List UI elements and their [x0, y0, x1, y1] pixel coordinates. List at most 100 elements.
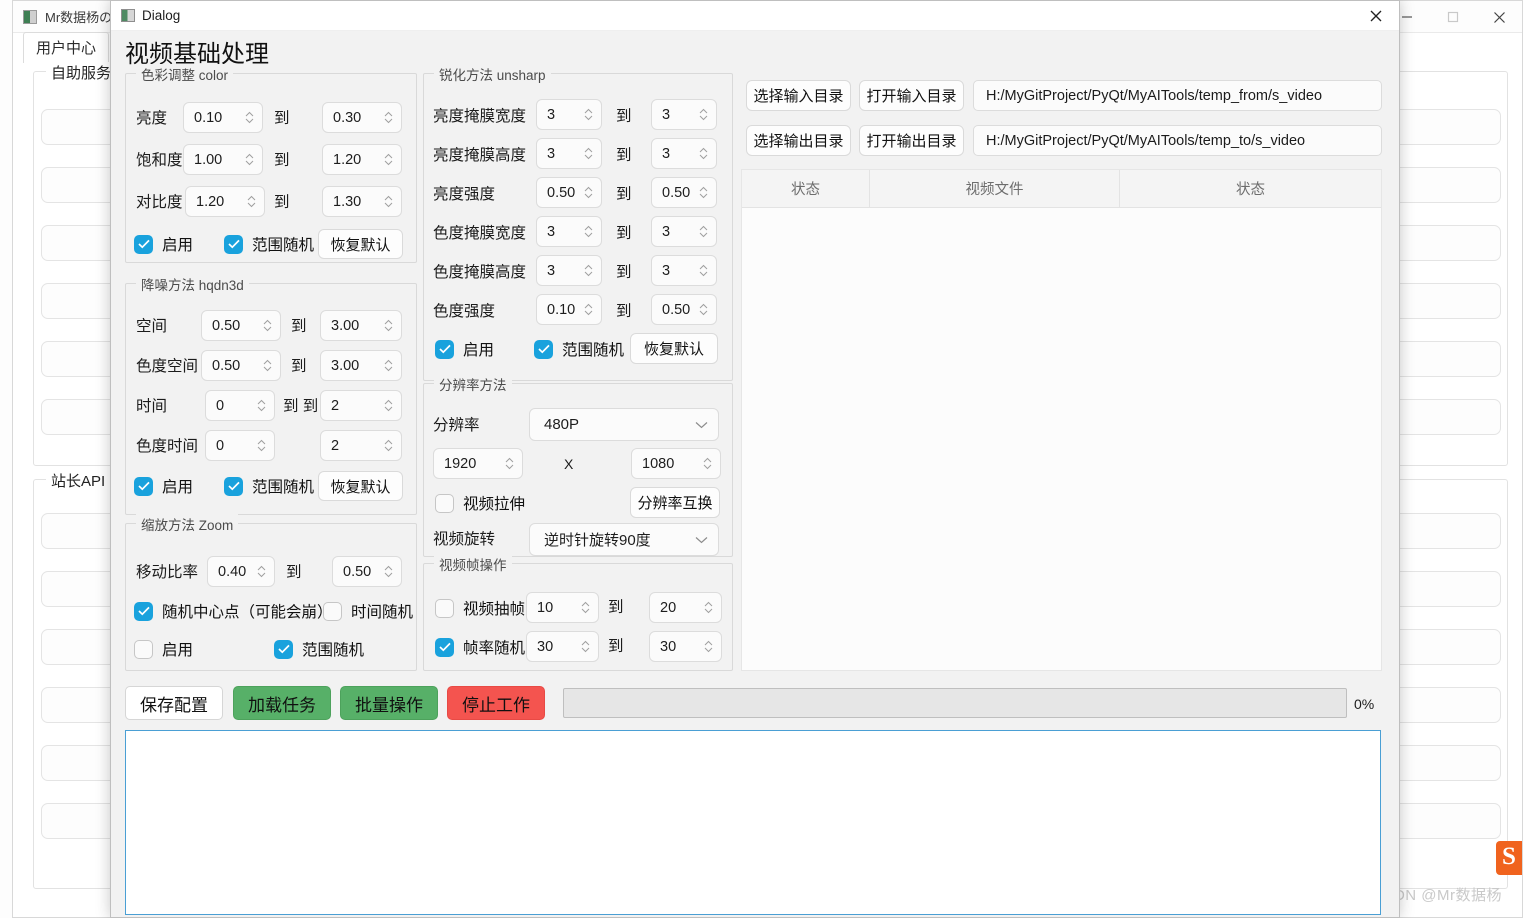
luma-mask-width-to-spin[interactable]: 3: [651, 99, 717, 130]
frame-extract-checkbox[interactable]: 视频抽帧: [435, 597, 525, 619]
color-enable-checkbox[interactable]: 启用: [134, 233, 193, 255]
stepper-arrows-icon[interactable]: [696, 225, 710, 238]
move-ratio-to-spin[interactable]: 0.50: [332, 556, 402, 587]
stepper-arrows-icon[interactable]: [701, 640, 715, 653]
move-ratio-from-spin[interactable]: 0.40: [207, 556, 275, 587]
checkbox-box[interactable]: [134, 476, 153, 496]
unsharp-range-random-checkbox[interactable]: 范围随机: [534, 338, 624, 360]
chroma-temporal-from-spin[interactable]: 0: [205, 430, 275, 461]
stepper-arrows-icon[interactable]: [581, 108, 595, 121]
select-input-dir-button[interactable]: 选择输入目录: [746, 80, 851, 111]
stepper-arrows-icon[interactable]: [381, 399, 395, 412]
checkbox-box[interactable]: [134, 234, 153, 254]
spatial-from-spin[interactable]: 0.50: [201, 310, 281, 341]
luma-mask-height-from-spin[interactable]: 3: [536, 138, 602, 169]
brightness-from-spin[interactable]: 0.10: [183, 102, 263, 133]
video-stretch-checkbox[interactable]: 视频拉伸: [435, 492, 525, 514]
chroma-mask-height-from-spin[interactable]: 3: [536, 255, 602, 286]
resolution-width-spin[interactable]: 1920: [433, 448, 523, 479]
stepper-arrows-icon[interactable]: [700, 457, 714, 470]
spatial-to-spin[interactable]: 3.00: [320, 310, 402, 341]
frame-extract-to-spin[interactable]: 20: [649, 592, 722, 623]
stepper-arrows-icon[interactable]: [381, 319, 395, 332]
temporal-to-spin[interactable]: 2: [320, 390, 402, 421]
chevron-down-icon[interactable]: [695, 531, 708, 548]
chroma-mask-width-to-spin[interactable]: 3: [651, 216, 717, 247]
load-task-button[interactable]: 加载任务: [233, 686, 331, 720]
stepper-arrows-icon[interactable]: [581, 225, 595, 238]
checkbox-box[interactable]: [435, 637, 454, 657]
contrast-to-spin[interactable]: 1.30: [322, 186, 402, 217]
zoom-random-center-checkbox[interactable]: 随机中心点（可能会崩）: [134, 600, 333, 622]
checkbox-box[interactable]: [435, 493, 454, 513]
stepper-arrows-icon[interactable]: [260, 359, 274, 372]
output-path-field[interactable]: H:/MyGitProject/PyQt/MyAITools/temp_to/s…: [973, 125, 1382, 156]
stepper-arrows-icon[interactable]: [381, 439, 395, 452]
stepper-arrows-icon[interactable]: [696, 186, 710, 199]
tab-user-center[interactable]: 用户中心: [23, 32, 110, 63]
color-reset-default-button[interactable]: 恢复默认: [318, 229, 403, 259]
chroma-mask-width-from-spin[interactable]: 3: [536, 216, 602, 247]
chroma-temporal-to-spin[interactable]: 2: [320, 430, 402, 461]
contrast-from-spin[interactable]: 1.20: [185, 186, 265, 217]
table-header-status-left[interactable]: 状态: [742, 170, 870, 207]
luma-mask-width-from-spin[interactable]: 3: [536, 99, 602, 130]
luma-mask-height-to-spin[interactable]: 3: [651, 138, 717, 169]
dialog-close-icon[interactable]: [1353, 1, 1399, 31]
stepper-arrows-icon[interactable]: [254, 399, 268, 412]
brightness-to-spin[interactable]: 0.30: [322, 102, 402, 133]
log-output-area[interactable]: [125, 730, 1381, 915]
stepper-arrows-icon[interactable]: [260, 319, 274, 332]
close-icon[interactable]: [1476, 1, 1522, 33]
unsharp-enable-checkbox[interactable]: 启用: [435, 338, 494, 360]
stepper-arrows-icon[interactable]: [244, 195, 258, 208]
stepper-arrows-icon[interactable]: [696, 303, 710, 316]
zoom-time-random-checkbox[interactable]: 时间随机: [323, 600, 413, 622]
maximize-icon[interactable]: [1430, 1, 1476, 33]
stepper-arrows-icon[interactable]: [581, 147, 595, 160]
checkbox-box[interactable]: [134, 601, 153, 621]
chroma-amount-from-spin[interactable]: 0.10: [536, 294, 602, 325]
saturation-from-spin[interactable]: 1.00: [183, 144, 263, 175]
resolution-select[interactable]: 480P: [529, 408, 719, 441]
stepper-arrows-icon[interactable]: [581, 186, 595, 199]
open-output-dir-button[interactable]: 打开输出目录: [859, 125, 964, 156]
checkbox-box[interactable]: [224, 476, 243, 496]
framerate-to-spin[interactable]: 30: [649, 631, 722, 662]
zoom-range-random-checkbox[interactable]: 范围随机: [274, 638, 364, 660]
stepper-arrows-icon[interactable]: [581, 264, 595, 277]
chroma-mask-height-to-spin[interactable]: 3: [651, 255, 717, 286]
checkbox-box[interactable]: [534, 339, 553, 359]
open-input-dir-button[interactable]: 打开输入目录: [859, 80, 964, 111]
stop-work-button[interactable]: 停止工作: [447, 686, 545, 720]
luma-amount-to-spin[interactable]: 0.50: [651, 177, 717, 208]
frame-extract-from-spin[interactable]: 10: [526, 592, 599, 623]
stepper-arrows-icon[interactable]: [696, 264, 710, 277]
resolution-swap-button[interactable]: 分辨率互换: [630, 487, 720, 518]
denoise-range-random-checkbox[interactable]: 范围随机: [224, 475, 314, 497]
stepper-arrows-icon[interactable]: [242, 111, 256, 124]
stepper-arrows-icon[interactable]: [381, 153, 395, 166]
stepper-arrows-icon[interactable]: [381, 111, 395, 124]
select-output-dir-button[interactable]: 选择输出目录: [746, 125, 851, 156]
color-range-random-checkbox[interactable]: 范围随机: [224, 233, 314, 255]
stepper-arrows-icon[interactable]: [381, 359, 395, 372]
stepper-arrows-icon[interactable]: [381, 565, 395, 578]
stepper-arrows-icon[interactable]: [696, 147, 710, 160]
zoom-enable-checkbox[interactable]: 启用: [134, 638, 193, 660]
stepper-arrows-icon[interactable]: [696, 108, 710, 121]
table-header-status-right[interactable]: 状态: [1120, 170, 1381, 207]
video-rotate-select[interactable]: 逆时针旋转90度: [529, 523, 719, 556]
denoise-reset-default-button[interactable]: 恢复默认: [318, 471, 403, 501]
stepper-arrows-icon[interactable]: [381, 195, 395, 208]
stepper-arrows-icon[interactable]: [701, 601, 715, 614]
chroma-amount-to-spin[interactable]: 0.50: [651, 294, 717, 325]
chroma-spatial-from-spin[interactable]: 0.50: [201, 350, 281, 381]
checkbox-box[interactable]: [435, 598, 454, 618]
input-path-field[interactable]: H:/MyGitProject/PyQt/MyAITools/temp_from…: [973, 80, 1382, 111]
video-files-table[interactable]: 状态 视频文件 状态: [741, 169, 1382, 671]
checkbox-box[interactable]: [435, 339, 454, 359]
stepper-arrows-icon[interactable]: [578, 640, 592, 653]
checkbox-box[interactable]: [134, 639, 153, 659]
stepper-arrows-icon[interactable]: [254, 565, 268, 578]
